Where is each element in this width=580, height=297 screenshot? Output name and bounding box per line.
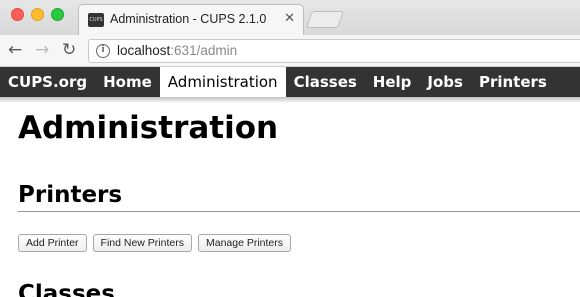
printers-heading: Printers [18, 182, 123, 208]
nav-administration[interactable]: Administration [159, 67, 286, 97]
url-text[interactable]: localhost:631/admin [117, 43, 237, 58]
nav-classes[interactable]: Classes [286, 67, 365, 97]
nav-jobs[interactable]: Jobs [419, 67, 471, 97]
manage-printers-button[interactable]: Manage Printers [197, 234, 292, 252]
browser-titlebar: CUPS Administration - CUPS 2.1.0 ✕ [0, 0, 580, 35]
address-bar[interactable]: i localhost:631/admin [88, 39, 580, 63]
classes-heading: Classes [18, 281, 115, 297]
section-divider [18, 211, 580, 212]
browser-toolbar: ← → ↻ i localhost:631/admin [0, 35, 580, 67]
reload-icon[interactable]: ↻ [62, 40, 76, 60]
tab-title: Administration - CUPS 2.1.0 [110, 12, 267, 26]
forward-arrow-icon[interactable]: → [35, 40, 49, 60]
new-tab-button[interactable] [305, 11, 345, 28]
cups-nav-bar: CUPS.org Home Administration Classes Hel… [0, 67, 580, 97]
window-maximize-button[interactable] [51, 8, 64, 21]
info-icon[interactable]: i [96, 44, 110, 58]
window-close-button[interactable] [11, 8, 24, 21]
add-printer-button[interactable]: Add Printer [18, 234, 87, 252]
nav-shadow [0, 97, 580, 103]
back-arrow-icon[interactable]: ← [8, 40, 22, 60]
find-new-printers-button[interactable]: Find New Printers [92, 234, 192, 252]
browser-tab[interactable]: CUPS Administration - CUPS 2.1.0 ✕ [78, 4, 304, 35]
close-tab-icon[interactable]: ✕ [284, 11, 295, 26]
cups-favicon-icon: CUPS [88, 13, 104, 27]
page-title: Administration [18, 110, 279, 146]
nav-help[interactable]: Help [365, 67, 420, 97]
nav-cups-org[interactable]: CUPS.org [0, 67, 95, 97]
url-host: localhost [117, 43, 171, 58]
printer-actions: Add Printer Find New Printers Manage Pri… [18, 234, 292, 252]
window-minimize-button[interactable] [31, 8, 44, 21]
url-path: :631/admin [170, 43, 238, 58]
nav-printers[interactable]: Printers [471, 67, 555, 97]
nav-home[interactable]: Home [95, 67, 160, 97]
